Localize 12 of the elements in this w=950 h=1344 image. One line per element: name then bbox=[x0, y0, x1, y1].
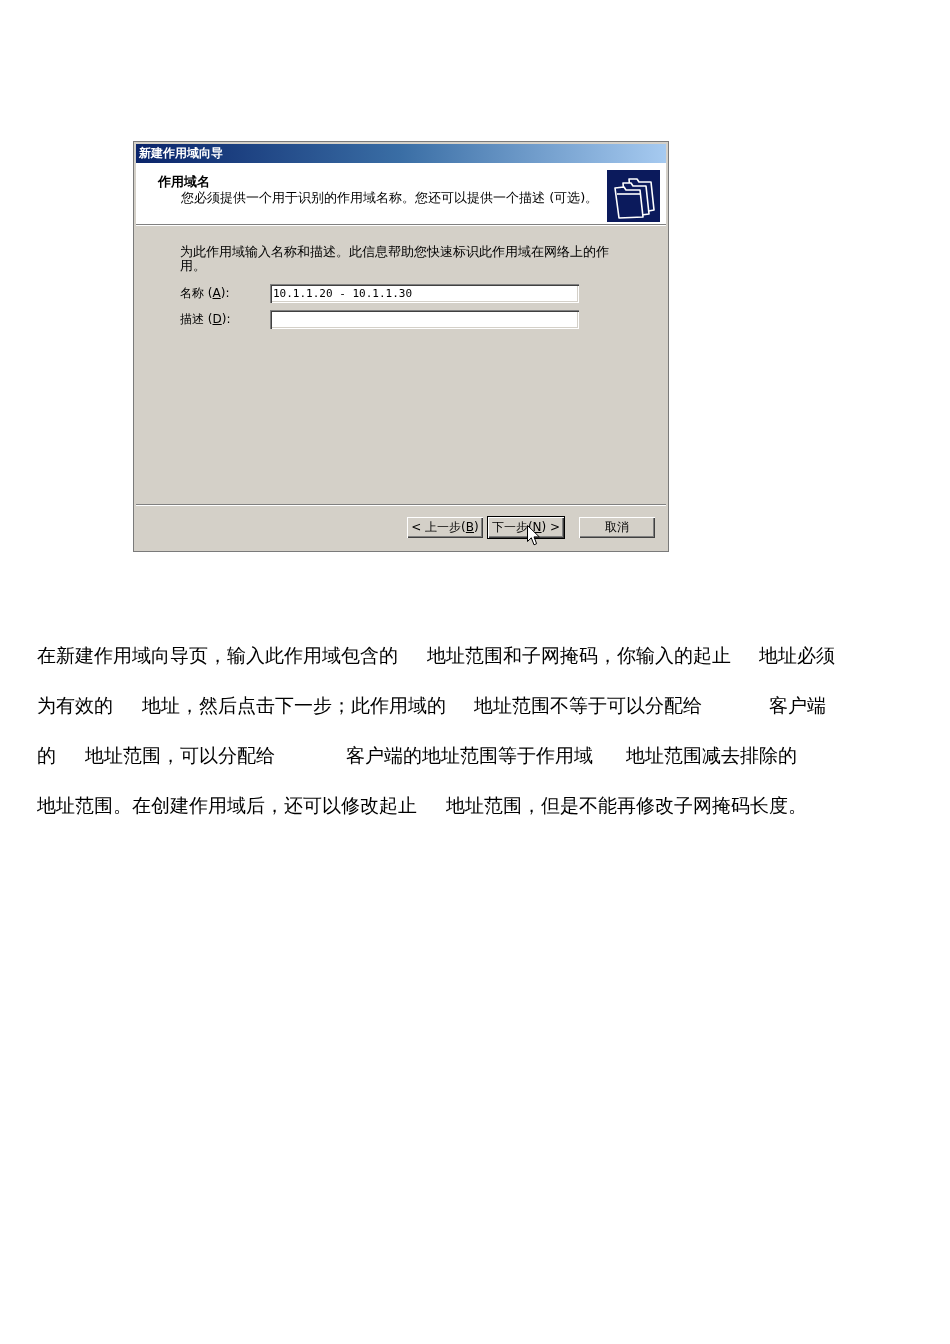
text-field[interactable] bbox=[270, 310, 579, 329]
page-subtitle: 您必须提供一个用于识别的作用域名称。您还可以提供一个描述 (可选)。 bbox=[181, 190, 599, 206]
back-button[interactable]: < 上一步(B) bbox=[406, 516, 484, 539]
folders-icon bbox=[607, 170, 660, 222]
cancel-button[interactable]: 取消 bbox=[578, 516, 656, 539]
text-field[interactable]: 10.1.1.20 - 10.1.1.30 bbox=[270, 284, 579, 303]
instructions-text: 为此作用域输入名称和描述。此信息帮助您快速标识此作用域在网络上的作用。 bbox=[180, 245, 610, 273]
page-heading: 作用域名 bbox=[158, 174, 211, 190]
field-label: 名称 (A): bbox=[180, 285, 231, 302]
body-paragraph: 在新建作用域向导页，输入此作用域包含的 地址范围和子网掩码，你输入的起止 地址必须 为有效的 地址，然后点击下一步；此作用域的 地址范围不等于可以分配给 客户端 的 地址范围，可以分配给 客户端的地址范围等于作用域 地址范围减去排除的 地址范围。在创建作用域后，还可以修改起止 地址范围，但是不能再修改子网掩码长度。 bbox=[37, 644, 836, 818]
field-label: 描述 (D): bbox=[180, 311, 232, 328]
dialog-title: 新建作用域向导 bbox=[139, 145, 223, 162]
